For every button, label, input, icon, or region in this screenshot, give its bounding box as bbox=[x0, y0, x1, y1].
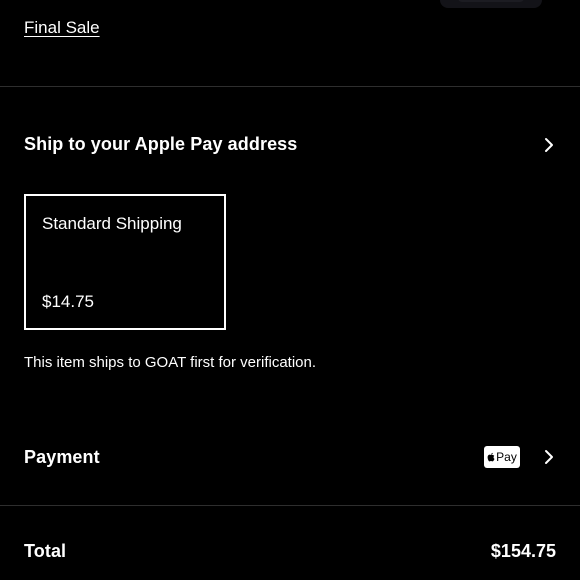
total-row: Total $154.75 bbox=[24, 541, 556, 562]
total-amount: $154.75 bbox=[490, 541, 556, 561]
final-sale-link[interactable]: Final Sale bbox=[24, 18, 100, 38]
total-label: Total bbox=[24, 541, 67, 561]
shipping-address-row[interactable]: Ship to your Apple Pay address bbox=[24, 134, 556, 155]
chevron-right-icon bbox=[545, 137, 553, 152]
payment-row[interactable]: Payment Pay bbox=[24, 446, 556, 468]
shipping-address-label: Ship to your Apple Pay address bbox=[24, 134, 298, 154]
verification-note: This item ships to GOAT first for verifi… bbox=[24, 354, 317, 371]
product-thumbnail-partial bbox=[440, 0, 542, 8]
apple-logo-icon bbox=[487, 452, 495, 462]
payment-label: Payment bbox=[24, 446, 100, 467]
standard-shipping-option[interactable]: Standard Shipping $14.75 bbox=[24, 194, 226, 330]
divider bbox=[0, 86, 580, 87]
divider bbox=[0, 505, 580, 506]
shipping-option-price: $14.75 bbox=[42, 292, 94, 311]
apple-pay-icon: Pay bbox=[484, 446, 520, 468]
apple-pay-text: Pay bbox=[496, 450, 517, 464]
chevron-right-icon bbox=[545, 450, 553, 464]
shipping-option-name: Standard Shipping bbox=[42, 214, 182, 233]
